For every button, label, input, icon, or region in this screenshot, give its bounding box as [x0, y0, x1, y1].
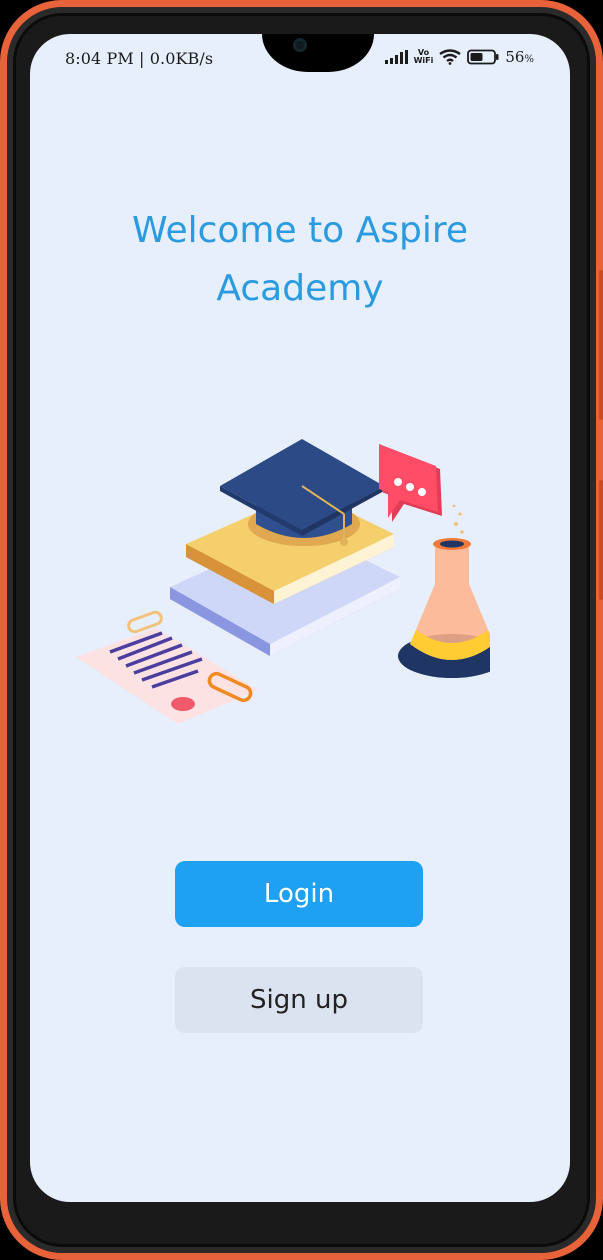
wifi-icon — [439, 49, 462, 65]
signup-button[interactable]: Sign up — [175, 967, 423, 1033]
battery-icon — [467, 49, 499, 65]
certificate — [76, 628, 258, 724]
volume-button — [599, 270, 603, 420]
chat-bubble — [379, 444, 442, 522]
battery-unit: % — [524, 54, 534, 65]
welcome-title: Welcome to Aspire Academy — [131, 210, 469, 309]
vowifi-icon: Vo WiFi — [414, 49, 434, 65]
login-button[interactable]: Login — [175, 861, 423, 927]
power-button — [599, 480, 603, 600]
front-camera — [293, 38, 307, 52]
status-icons: Vo WiFi 56% — [384, 48, 534, 66]
display-notch — [262, 34, 374, 72]
education-illustration — [76, 439, 490, 724]
battery-value: 56 — [505, 48, 525, 66]
chemistry-flask — [398, 504, 490, 678]
status-time-speed: 8:04 PM | 0.0KB/s — [65, 49, 214, 68]
app-screen: 8:04 PM | 0.0KB/s Vo WiFi 56% Welcome to… — [30, 34, 570, 1202]
signal-icon — [384, 50, 408, 64]
battery-percentage: 56% — [505, 48, 534, 66]
vowifi-bottom-text: WiFi — [413, 56, 434, 65]
